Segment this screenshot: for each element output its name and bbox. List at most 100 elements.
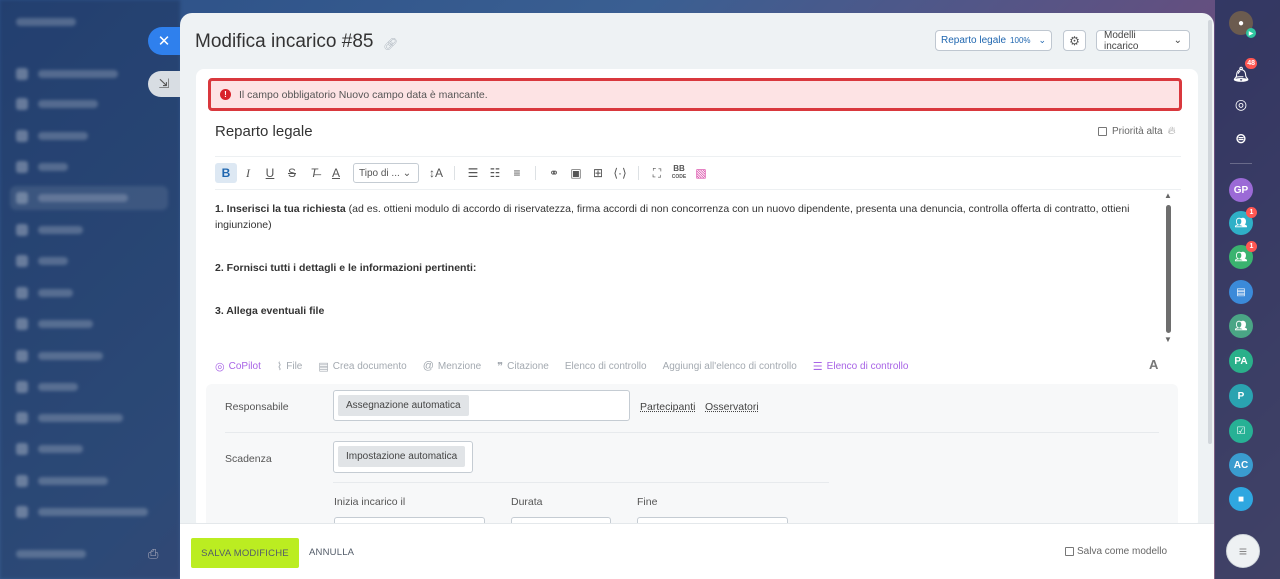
user-avatar[interactable]: ● ▶	[1229, 11, 1256, 38]
code-button[interactable]: ⟨·⟩	[609, 163, 631, 183]
scroll-up-icon[interactable]: ▲	[1164, 191, 1172, 200]
editor-actions-bar: ◎ CoPilot ⌇ File ▤ Crea documento @ Menzione…	[215, 357, 1165, 375]
sidebar-item	[16, 344, 166, 368]
avatar-gp[interactable]: GP	[1229, 178, 1253, 202]
ai-image-button[interactable]: ▧	[690, 163, 712, 183]
responsible-chip[interactable]: Assegnazione automatica	[338, 395, 469, 416]
underline-button[interactable]: U	[259, 163, 281, 183]
duration-label: Durata	[511, 496, 543, 508]
checklist-ai-action[interactable]: ☰ Elenco di controllo	[813, 360, 909, 373]
chat-fab-button[interactable]: ≡	[1226, 534, 1260, 568]
quote-icon: ❞	[497, 360, 504, 373]
group-chat-2-badge: 1	[1246, 241, 1257, 252]
divider	[215, 189, 1181, 190]
avatar-icon: ●	[1237, 17, 1245, 29]
checklist-action[interactable]: Elenco di controllo	[565, 361, 647, 372]
project-selector[interactable]: Reparto legale 100% ⌄	[935, 30, 1052, 51]
chevron-down-icon: ⌄	[1173, 35, 1182, 46]
save-as-template-checkbox[interactable]	[1065, 547, 1074, 556]
scroll-down-icon[interactable]: ▼	[1164, 335, 1172, 344]
bold-button[interactable]: B	[215, 163, 237, 183]
table-button[interactable]: ⊞	[587, 163, 609, 183]
editor-scrollbar[interactable]: ▲ ▼	[1163, 191, 1173, 346]
panel-footer: SALVA MODIFICHE ANNULLA Salva come model…	[180, 523, 1214, 579]
high-priority-toggle[interactable]: Priorità alta 🔥︎	[1098, 125, 1176, 138]
description-editor[interactable]: 1. Inserisci la tua richiesta (ad es. ot…	[215, 201, 1145, 346]
sidebar-item	[16, 92, 166, 116]
sidebar-item	[16, 281, 166, 305]
file-action[interactable]: ⌇ File	[277, 360, 303, 373]
priority-label: Priorità alta	[1112, 126, 1163, 137]
scrollbar-thumb[interactable]	[1166, 205, 1171, 333]
numbered-list-button[interactable]: ☰	[462, 163, 484, 183]
fullscreen-button[interactable]: ⛶	[646, 163, 668, 183]
group-chat-3[interactable]: 👥︎	[1229, 314, 1253, 338]
group-chat-2[interactable]: 👥︎ 1	[1229, 241, 1257, 269]
link-button[interactable]: ⚭	[543, 163, 565, 183]
paperclip-icon: ⌇	[276, 360, 283, 373]
avatar-ac[interactable]: AC	[1229, 453, 1253, 477]
bbcode-button[interactable]: BB CODE	[668, 163, 690, 183]
task-check-icon: ☑	[1236, 425, 1246, 437]
group-icon: 👥︎	[1234, 217, 1248, 229]
avatar-p[interactable]: P	[1229, 384, 1253, 408]
font-style-select[interactable]: Tipo di ... ⌄	[353, 163, 419, 183]
video-call-button[interactable]: ■	[1229, 487, 1253, 511]
error-icon: !	[220, 89, 231, 100]
right-sidebar-divider	[1230, 163, 1252, 164]
observers-link[interactable]: Osservatori	[705, 401, 759, 413]
editor-paragraph-1: 1. Inserisci la tua richiesta (ad es. ot…	[215, 203, 1130, 231]
minimize-slider-button[interactable]: ⇲	[148, 71, 180, 97]
close-slider-button[interactable]: ✕	[148, 27, 180, 55]
table-icon: ⊞	[592, 166, 604, 180]
mention-action[interactable]: @ Menzione	[423, 360, 482, 372]
error-alert: ! Il campo obbligatorio Nuovo campo data…	[208, 78, 1182, 111]
add-to-checklist-action[interactable]: Aggiungi all'elenco di controllo	[663, 361, 797, 372]
task-title-input[interactable]: Reparto legale	[215, 123, 313, 140]
strikethrough-button[interactable]: S	[281, 163, 303, 183]
copilot-icon: ◎	[215, 360, 225, 373]
image-icon: ▣	[570, 166, 582, 180]
copilot-action[interactable]: ◎ CoPilot	[215, 360, 261, 373]
panel-scrollbar[interactable]	[1208, 20, 1212, 444]
text-format-toggle[interactable]: A	[1149, 357, 1158, 372]
participants-link[interactable]: Partecipanti	[640, 401, 695, 413]
responsible-field[interactable]: Assegnazione automatica	[333, 390, 630, 421]
deadline-chip[interactable]: Impostazione automatica	[338, 446, 466, 467]
chevron-down-icon: ⌄	[1038, 35, 1046, 45]
print-icon[interactable]: ⎙	[148, 546, 164, 562]
text-color-button[interactable]: A	[325, 163, 347, 183]
chat-channel[interactable]: ▤	[1229, 280, 1253, 304]
priority-checkbox[interactable]	[1098, 127, 1107, 136]
align-button[interactable]: ≡	[506, 163, 528, 183]
chevron-down-icon: ⌄	[402, 167, 412, 179]
deadline-field[interactable]: Impostazione automatica	[333, 441, 473, 473]
settings-button[interactable]: ⚙	[1063, 30, 1086, 51]
avatar-pa[interactable]: PA	[1229, 349, 1253, 373]
tasks-chat[interactable]: ☑	[1229, 419, 1253, 443]
sidebar-item	[16, 155, 166, 179]
link-icon[interactable]: 🔗︎	[383, 37, 398, 51]
save-as-template-toggle[interactable]: Salva come modello	[1065, 546, 1167, 557]
notifications-button[interactable]: 🔔︎ 48	[1229, 58, 1257, 86]
divider	[333, 482, 829, 483]
expand-icon: ⛶	[652, 165, 662, 180]
search-button[interactable]: ⊜	[1229, 126, 1253, 150]
create-document-action[interactable]: ▤ Crea documento	[318, 360, 406, 373]
quote-action[interactable]: ❞ Citazione	[497, 360, 549, 373]
save-changes-button[interactable]: SALVA MODIFICHE	[191, 538, 299, 568]
sidebar-logo	[16, 10, 166, 34]
copilot-button[interactable]: ◎	[1229, 92, 1253, 116]
minimize-icon: ⇲	[158, 76, 170, 91]
group-chat-1[interactable]: 👥︎ 1	[1229, 207, 1257, 235]
group-icon: 👥︎	[1234, 320, 1248, 332]
task-form: ! Il campo obbligatorio Nuovo campo data…	[196, 69, 1198, 529]
image-button[interactable]: ▣	[565, 163, 587, 183]
cancel-button[interactable]: ANNULLA	[309, 547, 354, 558]
task-templates-button[interactable]: Modelli incarico ⌄	[1096, 30, 1190, 52]
bullet-list-button[interactable]: ☷	[484, 163, 506, 183]
save-as-template-label: Salva come modello	[1077, 546, 1168, 557]
italic-button[interactable]: I	[237, 163, 259, 183]
font-size-button[interactable]: ↕A	[425, 163, 447, 183]
clear-format-button[interactable]: T̶	[303, 163, 325, 183]
